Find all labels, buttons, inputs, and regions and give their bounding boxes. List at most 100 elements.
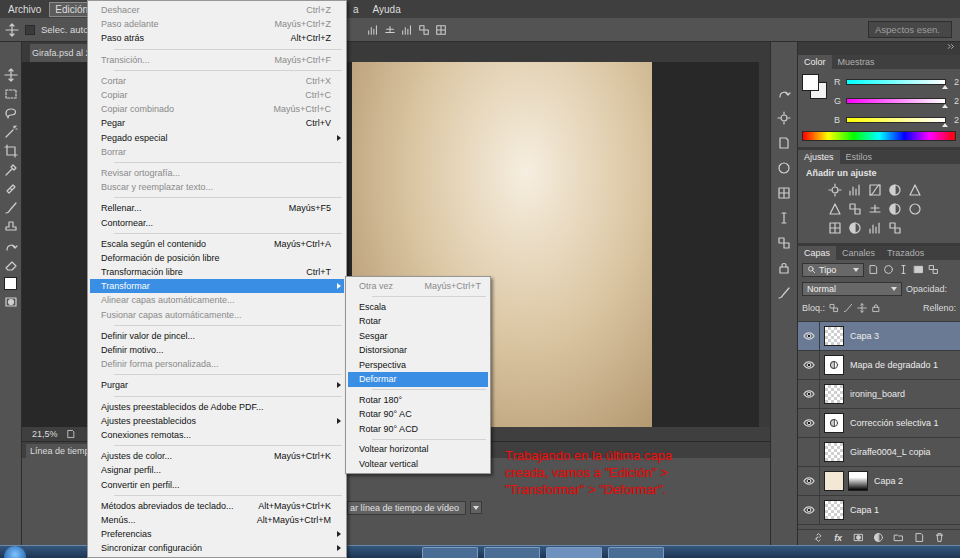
half-icon[interactable] bbox=[873, 532, 884, 543]
trash-icon[interactable] bbox=[934, 532, 945, 543]
color-spectrum[interactable] bbox=[802, 131, 956, 141]
lasso-icon[interactable] bbox=[4, 106, 18, 120]
workspace-select[interactable]: Aspectos esen. bbox=[868, 21, 952, 38]
grid-icon[interactable] bbox=[435, 24, 447, 36]
menu-item[interactable]: Contornear... bbox=[90, 215, 344, 229]
timeline-dropdown[interactable] bbox=[470, 501, 482, 514]
move-icon[interactable] bbox=[857, 303, 867, 313]
sun-icon[interactable] bbox=[828, 183, 842, 197]
slider-thumb[interactable] bbox=[942, 123, 948, 127]
start-button[interactable] bbox=[4, 546, 26, 558]
bars-icon[interactable] bbox=[367, 24, 379, 36]
panel-tab[interactable]: Color bbox=[798, 55, 832, 69]
lock-icon[interactable] bbox=[871, 303, 881, 313]
menu-item[interactable]: Menús...Alt+Mayús+Ctrl+M bbox=[90, 513, 344, 527]
balance-icon[interactable] bbox=[868, 202, 882, 216]
menu-item[interactable]: Deformación de posición libre bbox=[90, 251, 344, 265]
half-icon[interactable] bbox=[888, 202, 902, 216]
slider-track[interactable] bbox=[846, 79, 946, 85]
balance-icon[interactable] bbox=[384, 24, 396, 36]
layer-row[interactable]: Giraffe0004_L copia bbox=[798, 438, 960, 467]
squares-icon[interactable] bbox=[418, 24, 430, 36]
ibeam-icon[interactable] bbox=[898, 264, 909, 275]
curve-icon[interactable] bbox=[868, 183, 882, 197]
page-icon[interactable] bbox=[777, 136, 791, 150]
bars-icon[interactable] bbox=[868, 221, 882, 235]
brush-icon[interactable] bbox=[4, 201, 18, 215]
circle-icon[interactable] bbox=[908, 202, 922, 216]
panel-tab[interactable]: Canales bbox=[836, 246, 881, 260]
visibility-toggle[interactable] bbox=[798, 438, 820, 466]
blend-mode-select[interactable]: Normal bbox=[802, 282, 902, 296]
eye-icon[interactable] bbox=[803, 330, 815, 342]
bars-icon[interactable] bbox=[848, 183, 862, 197]
visibility-toggle[interactable] bbox=[798, 496, 820, 524]
brush-icon[interactable] bbox=[777, 286, 791, 300]
menu-item[interactable]: Rellenar...Mayús+F5 bbox=[90, 201, 344, 215]
canvas-scrollbar[interactable] bbox=[758, 62, 770, 427]
squares-icon[interactable] bbox=[829, 303, 839, 313]
squares-icon[interactable] bbox=[888, 221, 902, 235]
crop-icon[interactable] bbox=[4, 144, 18, 158]
menu-item[interactable]: Distorsionar bbox=[348, 343, 488, 358]
link-icon[interactable] bbox=[813, 532, 824, 543]
menu-bar-item[interactable]: Ayuda bbox=[367, 2, 407, 17]
create-timeline-button[interactable]: ar línea de tiempo de vídeo bbox=[347, 501, 466, 515]
taskbar-button[interactable] bbox=[608, 547, 664, 558]
menu-item[interactable]: Asignar perfil... bbox=[90, 463, 344, 477]
menu-item[interactable]: Rotar 180° bbox=[348, 393, 488, 408]
eye-icon[interactable] bbox=[803, 417, 815, 429]
squares-icon[interactable] bbox=[928, 264, 939, 275]
menu-item[interactable]: Ajustes preestablecidos bbox=[90, 414, 344, 428]
layer-filter-select[interactable]: Tipo bbox=[802, 263, 864, 277]
chevrons-icon[interactable] bbox=[947, 42, 956, 51]
panel-tab[interactable]: Estilos bbox=[840, 150, 879, 164]
menu-item[interactable]: Paso atrásAlt+Ctrl+Z bbox=[90, 31, 344, 45]
menu-item[interactable]: Convertir en perfil... bbox=[90, 477, 344, 491]
page-icon[interactable] bbox=[914, 532, 925, 543]
slider-thumb[interactable] bbox=[942, 104, 948, 108]
panel-tab[interactable]: Trazados bbox=[881, 246, 930, 260]
grid-icon[interactable] bbox=[828, 221, 842, 235]
folder-icon[interactable] bbox=[893, 532, 904, 543]
squares-icon[interactable] bbox=[777, 236, 791, 250]
eyedrop-icon[interactable] bbox=[4, 163, 18, 177]
menu-item[interactable]: Sesgar bbox=[348, 329, 488, 344]
menu-item[interactable]: Sincronizar configuración bbox=[90, 541, 344, 555]
lock-icon[interactable] bbox=[777, 261, 791, 275]
menu-item[interactable]: Conexiones remotas... bbox=[90, 428, 344, 442]
menu-item[interactable]: Pegado especial bbox=[90, 131, 344, 145]
bars-icon[interactable] bbox=[401, 24, 413, 36]
visibility-toggle[interactable] bbox=[798, 409, 820, 437]
visibility-toggle[interactable] bbox=[798, 467, 820, 495]
page-icon[interactable] bbox=[66, 429, 76, 439]
taskbar-button[interactable] bbox=[484, 547, 540, 558]
menu-item[interactable]: Purgar bbox=[90, 378, 344, 392]
eye-icon[interactable] bbox=[803, 504, 815, 516]
visibility-toggle[interactable] bbox=[798, 322, 820, 350]
half-icon[interactable] bbox=[848, 221, 862, 235]
menu-item[interactable]: Escala según el contenidoMayús+Ctrl+A bbox=[90, 237, 344, 251]
menu-item[interactable]: Transformar bbox=[90, 279, 344, 293]
layer-row[interactable]: Capa 1 bbox=[798, 496, 960, 525]
history-icon[interactable] bbox=[777, 86, 791, 100]
menu-item[interactable]: Ajustes de color...Mayús+Ctrl+K bbox=[90, 449, 344, 463]
layer-row[interactable]: Corrección selectiva 1 bbox=[798, 409, 960, 438]
panel-tab[interactable]: Muestras bbox=[832, 55, 881, 69]
circle-icon[interactable] bbox=[777, 161, 791, 175]
wand-icon[interactable] bbox=[4, 125, 18, 139]
taskbar-button[interactable] bbox=[422, 547, 478, 558]
menu-item[interactable]: Rotar 90° AC bbox=[348, 407, 488, 422]
slider-track[interactable] bbox=[846, 117, 946, 123]
squares-icon[interactable] bbox=[848, 202, 862, 216]
panel-tab[interactable]: Ajustes bbox=[798, 150, 840, 164]
move-icon[interactable] bbox=[5, 23, 19, 37]
menu-item[interactable]: Ajustes preestablecidos de Adobe PDF... bbox=[90, 400, 344, 414]
eye-icon[interactable] bbox=[803, 359, 815, 371]
menu-item[interactable]: Rotar 90° ACD bbox=[348, 422, 488, 437]
eraser-icon[interactable] bbox=[4, 258, 18, 272]
panel-tab[interactable]: Capas bbox=[798, 246, 836, 260]
eye-icon[interactable] bbox=[803, 388, 815, 400]
visibility-toggle[interactable] bbox=[798, 351, 820, 379]
history-icon[interactable] bbox=[4, 239, 18, 253]
